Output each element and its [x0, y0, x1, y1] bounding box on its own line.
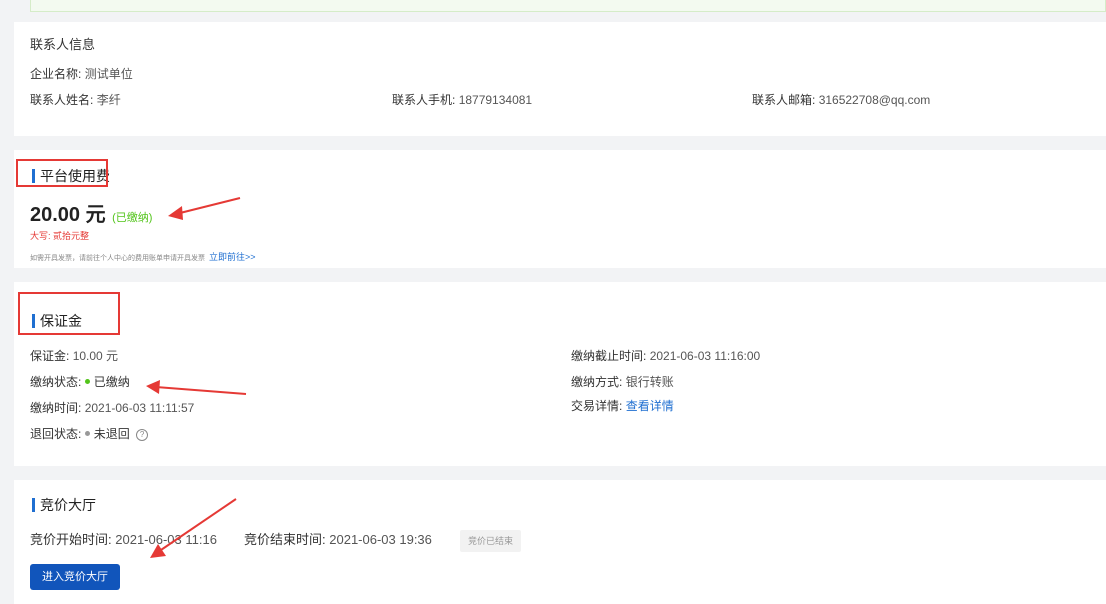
annotation-arrow-auction-start — [150, 498, 237, 558]
